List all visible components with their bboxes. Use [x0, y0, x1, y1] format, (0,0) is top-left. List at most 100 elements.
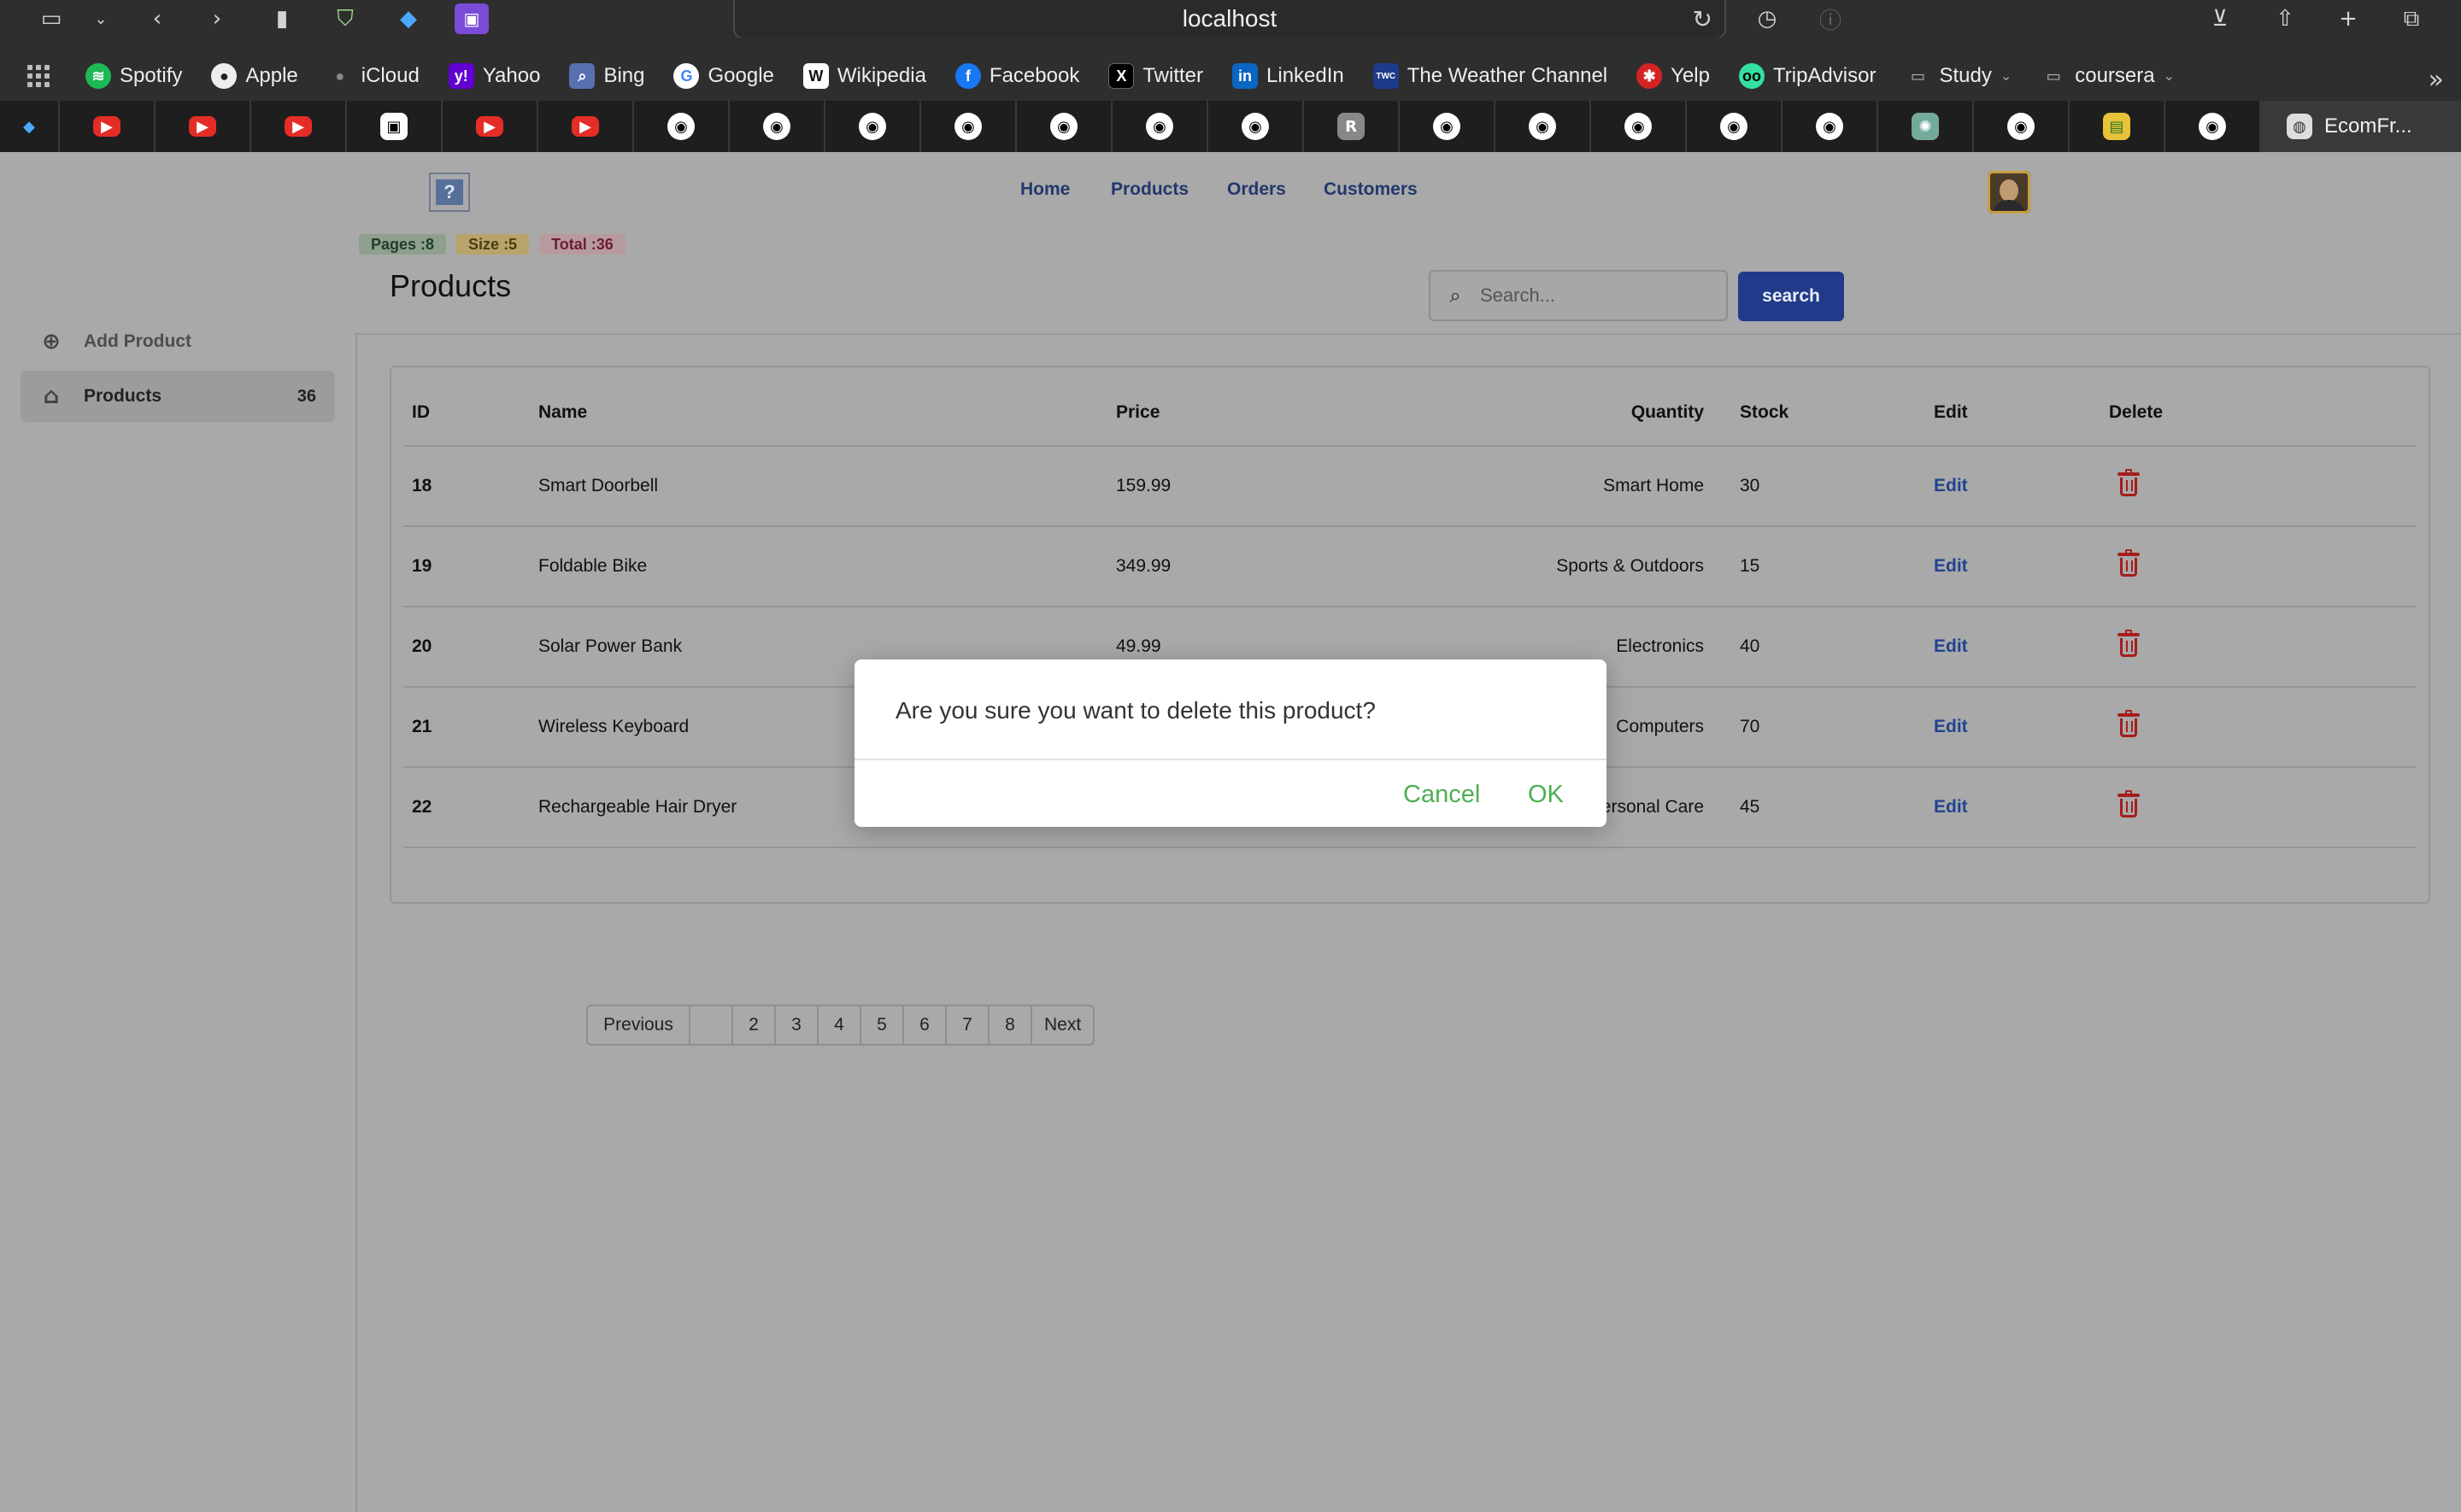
reload-icon[interactable]: ↻: [1693, 5, 1712, 33]
back-icon[interactable]: ‹: [142, 3, 173, 34]
pagination-page[interactable]: 3: [776, 1006, 819, 1044]
tab[interactable]: ◉: [1113, 101, 1208, 152]
cell-quantity: Smart Home: [1364, 446, 1716, 527]
top-navbar: ? Home Products Orders Customers: [0, 152, 2461, 229]
app-logo[interactable]: ?: [429, 173, 470, 212]
nav-products[interactable]: Products: [1111, 179, 1189, 200]
tab[interactable]: ▤: [2070, 101, 2165, 152]
trash-icon[interactable]: [2117, 549, 2140, 577]
trash-icon[interactable]: [2117, 469, 2140, 496]
nav-home[interactable]: Home: [1020, 179, 1070, 200]
new-tab-icon[interactable]: +: [2333, 3, 2364, 34]
tab[interactable]: ◉: [825, 101, 921, 152]
ok-button[interactable]: OK: [1528, 781, 1564, 809]
tab[interactable]: ▶: [251, 101, 347, 152]
trash-icon[interactable]: [2117, 630, 2140, 657]
pagination-previous[interactable]: Previous: [588, 1006, 690, 1044]
download-icon[interactable]: ⊻: [2205, 3, 2235, 34]
pagination-page-current[interactable]: [690, 1006, 733, 1044]
tab[interactable]: ◉: [730, 101, 825, 152]
tab[interactable]: ◉: [1687, 101, 1783, 152]
tab-active[interactable]: ◍ EcomFr...: [2261, 101, 2461, 152]
tab[interactable]: ◉: [1017, 101, 1113, 152]
tab[interactable]: ▣: [347, 101, 443, 152]
pagination-page[interactable]: 7: [947, 1006, 990, 1044]
sidebar-item-products[interactable]: ⌂ Products 36: [21, 371, 335, 422]
edit-link[interactable]: Edit: [1934, 476, 1968, 495]
tab[interactable]: ◉: [1591, 101, 1687, 152]
pagination-next[interactable]: Next: [1032, 1006, 1093, 1044]
gem-extension-icon[interactable]: ◆: [393, 3, 424, 34]
tab[interactable]: ◉: [1400, 101, 1495, 152]
nav-customers[interactable]: Customers: [1324, 179, 1418, 200]
edit-link[interactable]: Edit: [1934, 636, 1968, 656]
cancel-button[interactable]: Cancel: [1403, 781, 1480, 809]
bookmark-facebook[interactable]: f Facebook: [954, 63, 1079, 89]
shield-extension-icon[interactable]: ⛉: [330, 3, 361, 34]
tab[interactable]: ▶: [443, 101, 538, 152]
bookmark-google[interactable]: G Google: [673, 63, 774, 89]
bookmark-apple[interactable]: ● Apple: [211, 63, 298, 89]
bookmark-folder-coursera[interactable]: ▭ coursera ⌄: [2041, 63, 2175, 89]
trash-icon[interactable]: [2117, 710, 2140, 737]
github-icon: ◉: [1433, 113, 1460, 140]
bookmark-weather-channel[interactable]: TWC The Weather Channel: [1372, 63, 1607, 89]
bookmark-bing[interactable]: ⌕ Bing: [569, 63, 644, 89]
bookmark-linkedin[interactable]: in LinkedIn: [1232, 63, 1344, 89]
bookmark-folder-study[interactable]: ▭ Study ⌄: [1905, 63, 2012, 89]
col-edit: Edit: [1925, 379, 2100, 447]
more-bookmarks-icon[interactable]: »: [2429, 65, 2444, 95]
extension-icon[interactable]: ▣: [455, 3, 489, 34]
tab[interactable]: R: [1304, 101, 1400, 152]
tab[interactable]: ◉: [1974, 101, 2070, 152]
bookmark-twitter[interactable]: X Twitter: [1108, 63, 1203, 89]
bookmark-wikipedia[interactable]: W Wikipedia: [802, 63, 926, 89]
sidebar-toggle-icon[interactable]: ▭: [36, 3, 67, 34]
tab[interactable]: ◉: [1208, 101, 1304, 152]
tab[interactable]: ◉: [634, 101, 730, 152]
pagination-page[interactable]: 4: [819, 1006, 861, 1044]
info-icon[interactable]: ⓘ: [1815, 3, 1846, 34]
tab[interactable]: ◉: [1783, 101, 1878, 152]
bookmark-tripadvisor[interactable]: oo TripAdvisor: [1738, 63, 1876, 89]
tab-overview-icon[interactable]: ⧉: [2396, 3, 2427, 34]
tab[interactable]: ◉: [2165, 101, 2261, 152]
tab[interactable]: ▶: [60, 101, 156, 152]
avatar[interactable]: [1988, 171, 2030, 214]
pagination-page[interactable]: 5: [861, 1006, 904, 1044]
bookmark-spotify[interactable]: ≋ Spotify: [85, 63, 182, 89]
tab[interactable]: ▶: [538, 101, 634, 152]
apps-grid-icon[interactable]: [27, 65, 50, 87]
bookmark-icon[interactable]: ▮: [267, 3, 297, 34]
search-icon: ⌕: [1449, 284, 1461, 308]
tab[interactable]: ✺: [1878, 101, 1974, 152]
bookmark-yelp[interactable]: ✱ Yelp: [1636, 63, 1710, 89]
pages-badge: Pages :8: [359, 234, 447, 255]
search-button[interactable]: search: [1738, 272, 1844, 321]
nav-orders[interactable]: Orders: [1227, 179, 1286, 200]
tab[interactable]: ◆: [0, 101, 60, 152]
edit-link[interactable]: Edit: [1934, 556, 1968, 576]
history-icon[interactable]: ◷: [1752, 3, 1783, 34]
trash-icon[interactable]: [2117, 790, 2140, 818]
sidebar-item-add-product[interactable]: ⊕ Add Product: [21, 318, 335, 366]
search-input[interactable]: [1480, 284, 1711, 307]
chevron-down-icon[interactable]: ⌄: [85, 3, 116, 34]
pagination-page[interactable]: 2: [733, 1006, 776, 1044]
share-icon[interactable]: ⇧: [2270, 3, 2300, 34]
bookmark-label: LinkedIn: [1266, 64, 1344, 87]
bookmark-yahoo[interactable]: y! Yahoo: [448, 63, 540, 89]
forward-icon[interactable]: ›: [202, 3, 232, 34]
bookmark-icloud[interactable]: ● iCloud: [327, 63, 419, 89]
pagination-page[interactable]: 6: [904, 1006, 947, 1044]
edit-link[interactable]: Edit: [1934, 717, 1968, 736]
tab[interactable]: ◉: [921, 101, 1017, 152]
pagination-page[interactable]: 8: [990, 1006, 1032, 1044]
sidebar-item-label: Add Product: [84, 331, 191, 351]
tab[interactable]: ▶: [156, 101, 251, 152]
bookmark-label: coursera: [2075, 64, 2155, 87]
store-icon: ⌂: [43, 384, 60, 409]
edit-link[interactable]: Edit: [1934, 797, 1968, 817]
address-bar[interactable]: localhost ↻: [733, 0, 1726, 39]
tab[interactable]: ◉: [1495, 101, 1591, 152]
